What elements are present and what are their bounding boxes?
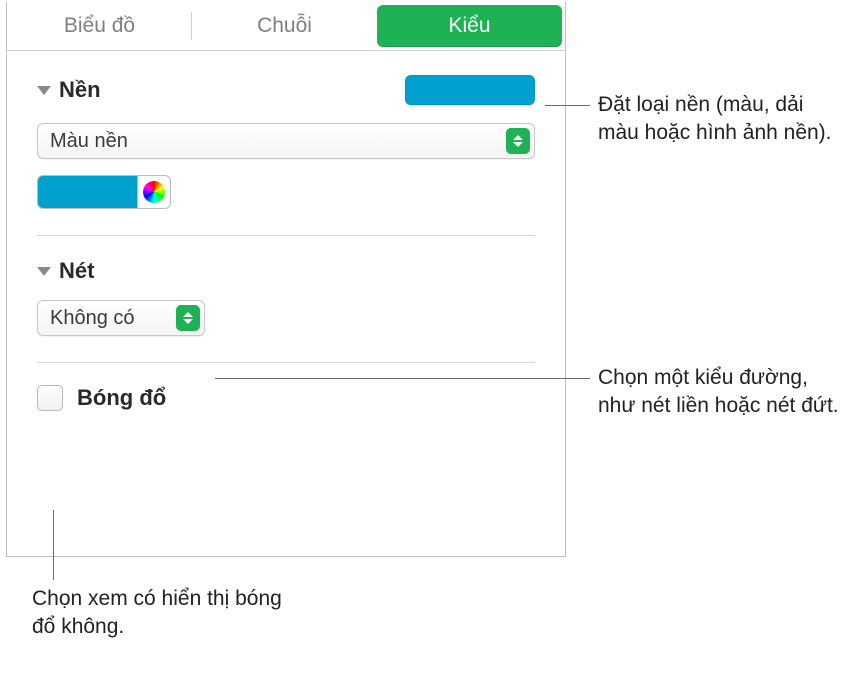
divider xyxy=(37,362,535,363)
leader-line xyxy=(53,510,54,580)
popup-stepper-icon xyxy=(506,128,530,154)
stroke-header-label: Nét xyxy=(59,258,94,284)
background-section-header: Nền xyxy=(37,75,535,105)
color-wheel-button[interactable] xyxy=(137,175,171,209)
tab-style-label: Kiểu xyxy=(448,14,490,38)
callout-shadow: Chọn xem có hiển thị bóng đổ không. xyxy=(32,585,292,642)
background-color-well[interactable] xyxy=(405,75,535,105)
background-color-row xyxy=(37,175,535,209)
background-header-label: Nền xyxy=(59,77,101,103)
callout-shadow-text: Chọn xem có hiển thị bóng đổ không. xyxy=(32,587,282,638)
background-fill-value: Màu nền xyxy=(50,130,128,153)
background-disclosure[interactable]: Nền xyxy=(37,77,101,103)
shadow-row: Bóng đổ xyxy=(37,385,535,411)
panel-body: Nền Màu nền Nét Không có xyxy=(7,51,565,411)
background-color-swatch[interactable] xyxy=(37,175,137,209)
tab-series-label: Chuỗi xyxy=(257,14,312,38)
disclosure-triangle-icon xyxy=(37,86,51,95)
leader-line xyxy=(215,378,590,379)
callout-background: Đặt loại nền (màu, dải màu hoặc hình ảnh… xyxy=(598,91,843,148)
callout-stroke: Chọn một kiểu đường, như nét liền hoặc n… xyxy=(598,364,843,421)
popup-stepper-icon xyxy=(176,305,200,331)
color-wheel-icon xyxy=(143,181,165,203)
disclosure-triangle-icon xyxy=(37,267,51,276)
callout-stroke-text: Chọn một kiểu đường, như nét liền hoặc n… xyxy=(598,366,839,417)
stroke-style-popup[interactable]: Không có xyxy=(37,300,205,336)
tab-chart[interactable]: Biểu đồ xyxy=(7,2,192,50)
callout-background-text: Đặt loại nền (màu, dải màu hoặc hình ảnh… xyxy=(598,93,832,144)
stroke-style-value: Không có xyxy=(50,307,135,330)
tabs-row: Biểu đồ Chuỗi Kiểu xyxy=(7,2,565,51)
inspector-panel: Biểu đồ Chuỗi Kiểu Nền Màu nền xyxy=(6,2,566,557)
background-fill-popup[interactable]: Màu nền xyxy=(37,123,535,159)
divider xyxy=(37,235,535,236)
leader-line xyxy=(545,105,590,106)
stroke-disclosure[interactable]: Nét xyxy=(37,258,535,284)
shadow-checkbox[interactable] xyxy=(37,385,63,411)
tab-chart-label: Biểu đồ xyxy=(64,14,135,38)
tab-series[interactable]: Chuỗi xyxy=(192,2,377,50)
tab-style[interactable]: Kiểu xyxy=(377,5,562,47)
shadow-label: Bóng đổ xyxy=(77,385,166,411)
